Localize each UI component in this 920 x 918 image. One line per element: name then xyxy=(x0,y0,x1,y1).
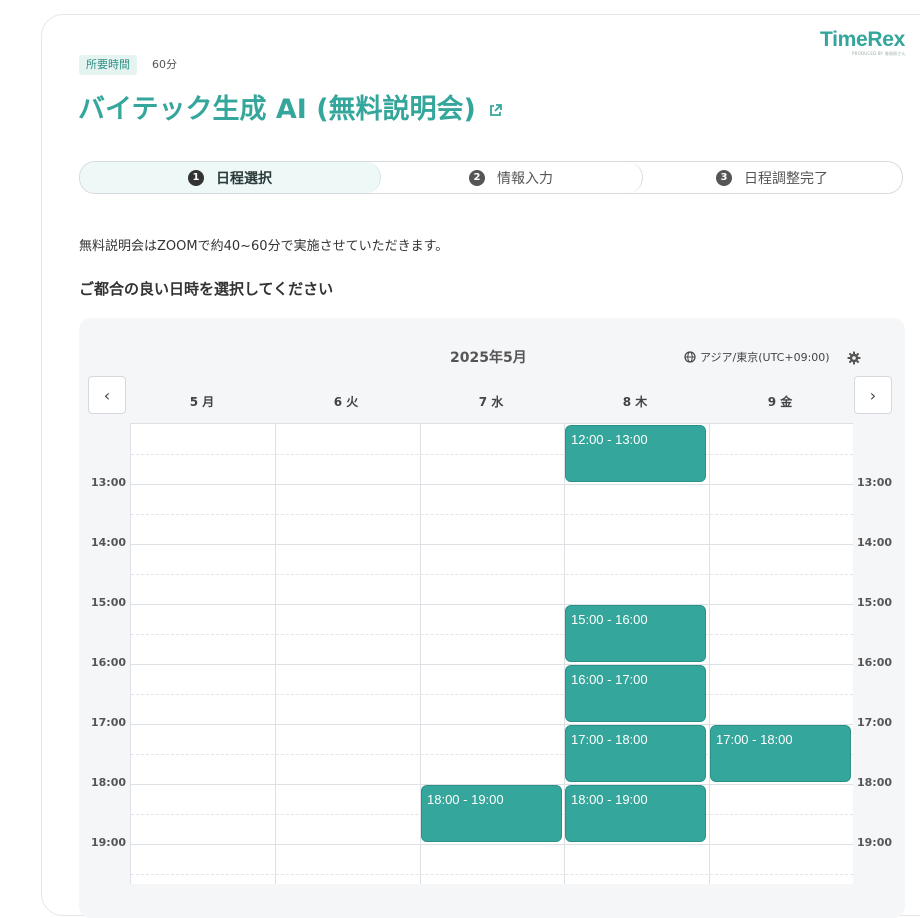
time-slot-button[interactable]: 16:00 - 17:00 xyxy=(565,665,706,722)
time-label-left: 17:00 xyxy=(91,716,127,729)
time-label-left: 16:00 xyxy=(91,656,127,669)
timezone-label: アジア/東京(UTC+09:00) xyxy=(700,351,830,364)
time-label-right: 17:00 xyxy=(857,716,893,729)
half-hour-line xyxy=(131,514,853,515)
hour-line xyxy=(131,544,853,545)
timerex-logo: TimeRex xyxy=(820,28,906,51)
event-title: バイテック生成 AI (無料説明会) xyxy=(78,94,476,125)
duration-value: 60分 xyxy=(152,58,177,71)
logo-subtitle: PRODUCED BY 冊冊冊さん xyxy=(852,51,906,56)
half-hour-line xyxy=(131,634,853,635)
column-divider xyxy=(275,424,276,884)
time-label-right: 16:00 xyxy=(857,656,893,669)
step-3-number: 3 xyxy=(716,169,732,186)
step-2: 2 情報入力 xyxy=(380,162,643,193)
half-hour-line xyxy=(131,454,853,455)
half-hour-line xyxy=(131,874,853,875)
hour-line xyxy=(131,844,853,845)
time-slot-button[interactable]: 15:00 - 16:00 xyxy=(565,605,706,662)
external-link-icon[interactable] xyxy=(489,104,502,117)
gear-icon[interactable] xyxy=(847,351,861,365)
step-3-label: 日程調整完了 xyxy=(744,170,828,187)
time-label-right: 19:00 xyxy=(857,836,893,849)
step-2-label: 情報入力 xyxy=(497,170,553,187)
time-slot-button[interactable]: 18:00 - 19:00 xyxy=(421,785,562,842)
step-progress: 1 日程選択 2 情報入力 3 日程調整完了 xyxy=(79,161,903,194)
time-label-right: 13:00 xyxy=(857,476,893,489)
hour-line xyxy=(131,664,853,665)
half-hour-line xyxy=(131,694,853,695)
time-label-right: 14:00 xyxy=(857,536,893,549)
duration-badge: 所要時間 xyxy=(79,55,137,75)
chevron-right-icon: › xyxy=(869,385,877,405)
select-prompt: ご都合の良い日時を選択してください xyxy=(79,280,334,298)
hour-line xyxy=(131,604,853,605)
step-1: 1 日程選択 xyxy=(80,162,381,193)
time-label-right: 15:00 xyxy=(857,596,893,609)
time-label-right: 18:00 xyxy=(857,776,893,789)
globe-icon xyxy=(684,351,696,363)
half-hour-line xyxy=(131,574,853,575)
time-label-left: 18:00 xyxy=(91,776,127,789)
next-week-button[interactable]: › xyxy=(854,376,892,414)
time-label-left: 13:00 xyxy=(91,476,127,489)
chevron-left-icon: ‹ xyxy=(103,385,111,405)
timezone-selector[interactable]: アジア/東京(UTC+09:00) xyxy=(684,349,830,365)
time-slot-button[interactable]: 12:00 - 13:00 xyxy=(565,425,706,482)
time-slot-button[interactable]: 17:00 - 18:00 xyxy=(710,725,851,782)
day-header-8: 8 木 xyxy=(622,395,648,409)
day-header-6: 6 火 xyxy=(333,395,359,409)
time-label-left: 15:00 xyxy=(91,596,127,609)
prev-week-button[interactable]: ‹ xyxy=(88,376,126,414)
step-3: 3 日程調整完了 xyxy=(642,162,902,193)
step-1-label: 日程選択 xyxy=(216,170,272,187)
step-1-number: 1 xyxy=(188,169,204,186)
column-divider xyxy=(709,424,710,884)
day-header-5: 5 月 xyxy=(189,395,215,409)
event-description: 無料説明会はZOOMで約40~60分で実施させていただきます。 xyxy=(79,239,449,254)
time-label-left: 14:00 xyxy=(91,536,127,549)
time-slot-button[interactable]: 17:00 - 18:00 xyxy=(565,725,706,782)
day-header-9: 9 金 xyxy=(767,395,793,409)
day-header-7: 7 水 xyxy=(478,395,504,409)
step-2-number: 2 xyxy=(469,169,485,186)
time-label-left: 19:00 xyxy=(91,836,127,849)
hour-line xyxy=(131,484,853,485)
time-slot-button[interactable]: 18:00 - 19:00 xyxy=(565,785,706,842)
month-label: 2025年5月 xyxy=(450,350,527,366)
